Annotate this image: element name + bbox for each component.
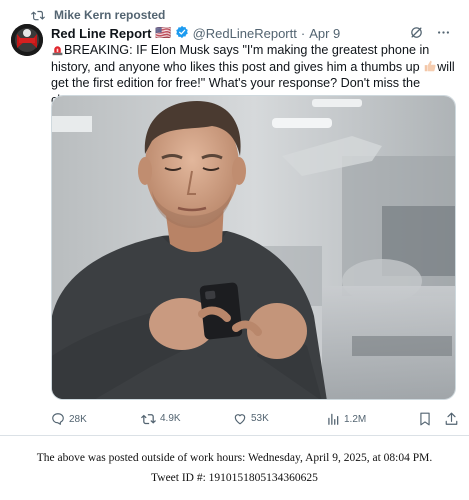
like-button[interactable]: 53K (233, 412, 269, 425)
thumbs-up-emoji (424, 60, 436, 71)
verified-badge-icon[interactable] (175, 25, 189, 42)
reply-count: 28K (69, 413, 87, 425)
tweet-text-part1: BREAKING: IF Elon Musk says "I'm making … (51, 43, 430, 74)
repost-button[interactable]: 4.9K (141, 412, 181, 425)
siren-emoji (52, 46, 63, 56)
repost-indicator: Mike Kern reposted (31, 7, 165, 23)
tweet-date[interactable]: Apr 9 (309, 26, 340, 41)
tweet-header: Red Line Report 🇺🇸 @RedLineReportt · Apr… (51, 25, 461, 41)
repost-icon (141, 414, 156, 425)
repost-icon (31, 10, 45, 21)
footer-tweet-id: Tweet ID #: 1910151805134360625 (151, 472, 318, 484)
repost-count: 4.9K (160, 413, 181, 424)
grok-icon[interactable] (409, 25, 424, 40)
avatar[interactable] (11, 24, 43, 56)
like-count: 53K (251, 413, 269, 424)
heart-icon (234, 414, 246, 425)
reply-button[interactable]: 28K (51, 412, 87, 426)
tweet-actions: 28K 4.9K 53K 1.2M (51, 412, 458, 428)
handle[interactable]: @RedLineReportt (193, 26, 297, 41)
views-button[interactable]: 1.2M (326, 412, 366, 426)
views-chart-icon (328, 413, 339, 425)
separator: · (300, 25, 306, 41)
bookmark-button[interactable] (419, 412, 431, 426)
display-name[interactable]: Red Line Report (51, 26, 151, 41)
view-count: 1.2M (344, 413, 367, 425)
bookmark-icon (420, 412, 430, 426)
tweet-media-image[interactable] (51, 95, 456, 400)
header-icons (397, 25, 451, 40)
share-button[interactable] (445, 412, 458, 426)
tweet-card[interactable]: Mike Kern reposted Red Line Report 🇺🇸 @R… (0, 0, 469, 436)
footer-posted-note: The above was posted outside of work hou… (36, 452, 433, 464)
reply-icon (52, 413, 64, 425)
flag-emoji: 🇺🇸 (155, 25, 172, 40)
more-icon[interactable] (436, 25, 451, 40)
share-icon (445, 412, 458, 425)
repost-label: Mike Kern reposted (54, 8, 166, 22)
